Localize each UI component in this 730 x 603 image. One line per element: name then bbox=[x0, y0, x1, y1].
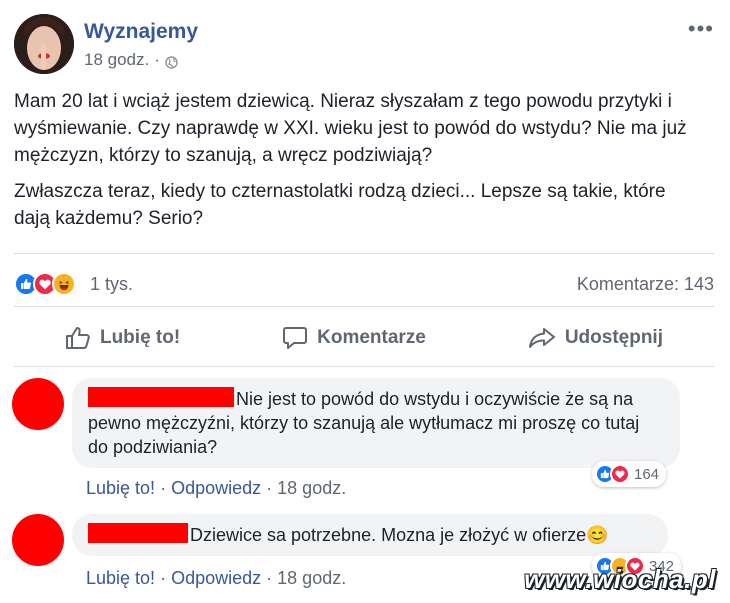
like-button[interactable]: Lubię to! bbox=[65, 326, 180, 350]
comment-button[interactable]: Komentarze bbox=[282, 326, 426, 350]
redacted-name bbox=[88, 523, 188, 543]
haha-icon bbox=[52, 272, 76, 296]
meta-separator: · bbox=[154, 50, 160, 69]
post-body: Mam 20 lat i wciąż jestem dziewicą. Nier… bbox=[14, 88, 704, 241]
comment-reply-link[interactable]: Odpowiedz bbox=[171, 478, 261, 498]
divider bbox=[14, 306, 714, 307]
share-button[interactable]: Udostępnij bbox=[528, 326, 663, 350]
redacted-name bbox=[88, 387, 234, 407]
separator: · bbox=[266, 478, 278, 498]
reaction-count[interactable]: 1 tys. bbox=[90, 274, 133, 295]
share-icon bbox=[528, 328, 555, 348]
page-name[interactable]: Wyznajemy bbox=[84, 20, 198, 44]
commenter-avatar[interactable] bbox=[12, 514, 64, 566]
comment-reaction-count: 164 bbox=[634, 465, 660, 483]
comment-count[interactable]: Komentarze: 143 bbox=[577, 274, 714, 295]
separator: · bbox=[160, 478, 172, 498]
divider bbox=[14, 253, 714, 254]
page-avatar[interactable] bbox=[14, 14, 74, 74]
post-paragraph: Mam 20 lat i wciąż jestem dziewicą. Nier… bbox=[14, 91, 687, 166]
comment-bubble: Dziewice sa potrzebne. Mozna je złożyć w… bbox=[72, 514, 668, 556]
comment-label: Komentarze bbox=[317, 327, 426, 348]
reactions-bar: 1 tys. Komentarze: 143 bbox=[14, 270, 714, 298]
thumbs-up-icon bbox=[65, 327, 90, 349]
comment-reactions[interactable]: 164 bbox=[592, 461, 667, 487]
comment-bubble: Nie jest to powód do wstydu i oczywiście… bbox=[72, 378, 680, 468]
comment-time[interactable]: 18 godz. bbox=[277, 478, 346, 498]
comment-reply-link[interactable]: Odpowiedz bbox=[171, 568, 261, 588]
share-label: Udostępnij bbox=[564, 327, 663, 348]
post-time[interactable]: 18 godz. bbox=[84, 50, 149, 70]
separator: · bbox=[266, 568, 278, 588]
reaction-icons[interactable] bbox=[14, 272, 76, 296]
comment-actions: Lubię to! · Odpowiedz · 18 godz. bbox=[86, 478, 346, 499]
watermark: www.wiocha.pl bbox=[524, 564, 716, 594]
comment-like-link[interactable]: Lubię to! bbox=[86, 568, 155, 588]
like-label: Lubię to! bbox=[99, 327, 181, 348]
post-paragraph: Zwłaszcza teraz, kiedy to czternastolatk… bbox=[14, 181, 666, 229]
separator: · bbox=[160, 568, 172, 588]
comment-actions: Lubię to! · Odpowiedz · 18 godz. bbox=[86, 568, 346, 589]
comment-item: Nie jest to powód do wstydu i oczywiście… bbox=[12, 378, 712, 498]
action-bar: Lubię to! Komentarze Udostępnij bbox=[14, 318, 714, 358]
comment-like-link[interactable]: Lubię to! bbox=[86, 478, 155, 498]
comment-icon bbox=[283, 327, 308, 349]
divider bbox=[14, 366, 714, 367]
comment-time[interactable]: 18 godz. bbox=[277, 568, 346, 588]
smile-emoji-icon: 😊 bbox=[586, 525, 609, 545]
commenter-avatar[interactable] bbox=[12, 378, 64, 430]
love-icon bbox=[610, 464, 630, 484]
comment-text: Dziewice sa potrzebne. Mozna je złożyć w… bbox=[190, 525, 587, 545]
globe-icon bbox=[165, 54, 178, 69]
more-dots-icon[interactable]: ••• bbox=[688, 16, 714, 42]
post-header: Wyznajemy 18 godz. · ••• bbox=[14, 14, 714, 76]
post-meta: 18 godz. · bbox=[84, 50, 178, 70]
